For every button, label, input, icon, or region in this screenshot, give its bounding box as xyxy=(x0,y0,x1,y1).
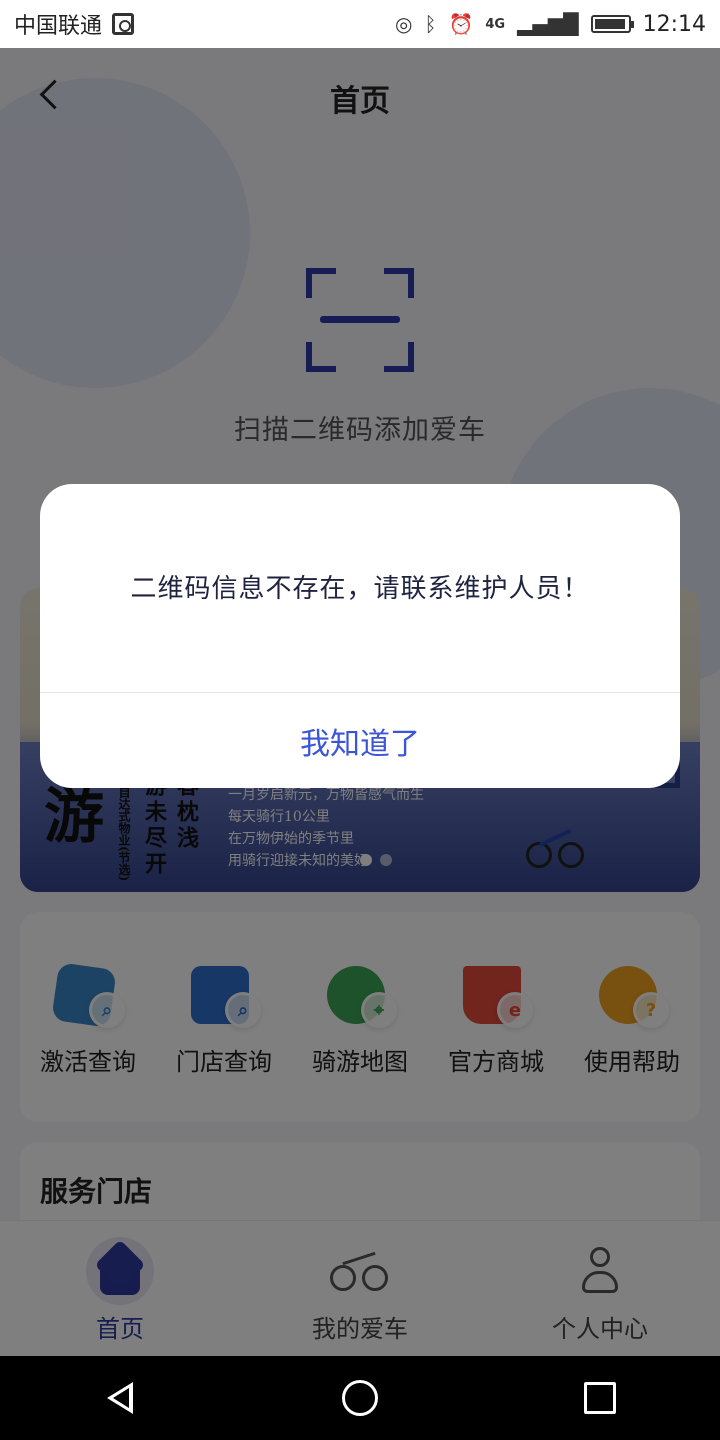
status-bar: 中国联通 ◎ ᛒ ⏰ 4G ▂▄▆█ 12:14 xyxy=(0,0,720,48)
home-circle-icon xyxy=(342,1380,378,1416)
dialog-message: 二维码信息不存在，请联系维护人员！ xyxy=(130,574,590,604)
nav-home-button[interactable] xyxy=(330,1368,390,1428)
nav-recents-button[interactable] xyxy=(570,1368,630,1428)
hotspot-icon: ◎ xyxy=(394,12,413,36)
dialog-confirm-button[interactable]: 我知道了 xyxy=(40,693,680,788)
recents-square-icon xyxy=(584,1382,616,1414)
signal-icon: ▂▄▆█ xyxy=(517,12,579,36)
status-right: ◎ ᛒ ⏰ 4G ▂▄▆█ 12:14 xyxy=(395,12,706,37)
screenshot-icon xyxy=(112,13,135,35)
alert-dialog: 二维码信息不存在，请联系维护人员！ 我知道了 xyxy=(40,484,680,788)
alarm-icon: ⏰ xyxy=(448,12,474,36)
system-nav-bar xyxy=(0,1356,720,1440)
clock: 12:14 xyxy=(642,11,706,37)
back-triangle-icon xyxy=(107,1382,133,1414)
carrier-name: 中国联通 xyxy=(14,14,103,39)
bluetooth-icon: ᛒ xyxy=(424,12,437,36)
nav-back-button[interactable] xyxy=(90,1368,150,1428)
battery-icon xyxy=(590,15,634,33)
4g-signal-icon: 4G xyxy=(485,16,506,32)
status-left: 中国联通 xyxy=(14,8,135,40)
